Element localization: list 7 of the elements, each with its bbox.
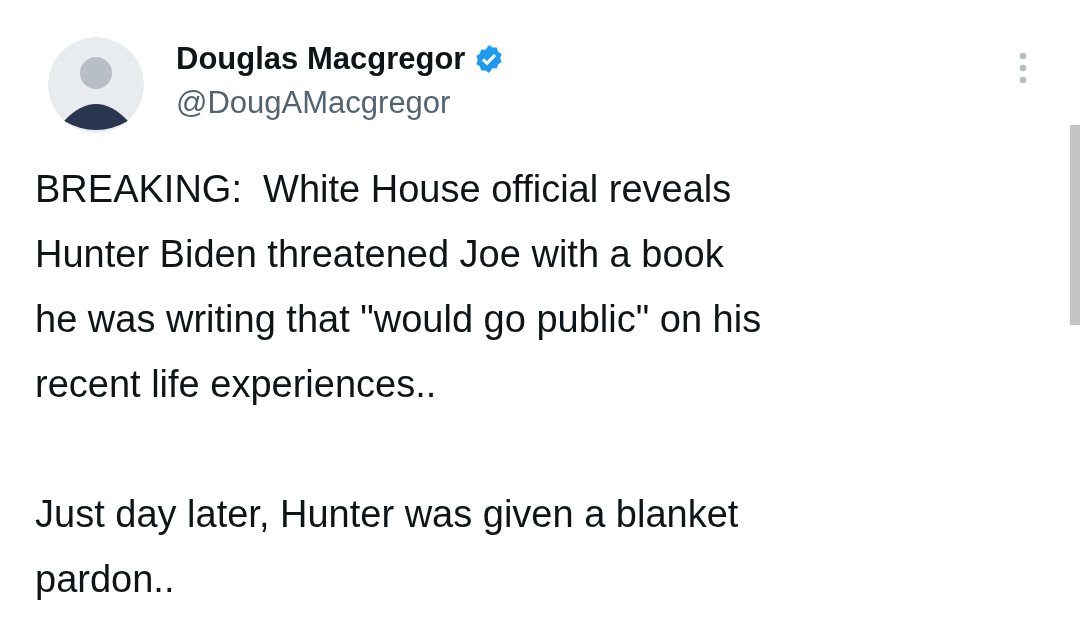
avatar-placeholder[interactable] bbox=[48, 37, 144, 133]
more-options-icon[interactable] bbox=[1018, 51, 1028, 85]
scrollbar[interactable] bbox=[1070, 125, 1080, 325]
author-handle[interactable]: @DougAMacgregor bbox=[176, 85, 506, 121]
tweet-text: Just day later, Hunter was given a blanket pardon.. bbox=[35, 492, 739, 602]
tweet-text: BREAKING: White House official reveals Hunter Biden threatened Joe with a book he was writing that "would go public" on his recent life experiences.. bbox=[35, 167, 762, 407]
author-name[interactable]: Douglas Macgregor bbox=[176, 41, 466, 77]
